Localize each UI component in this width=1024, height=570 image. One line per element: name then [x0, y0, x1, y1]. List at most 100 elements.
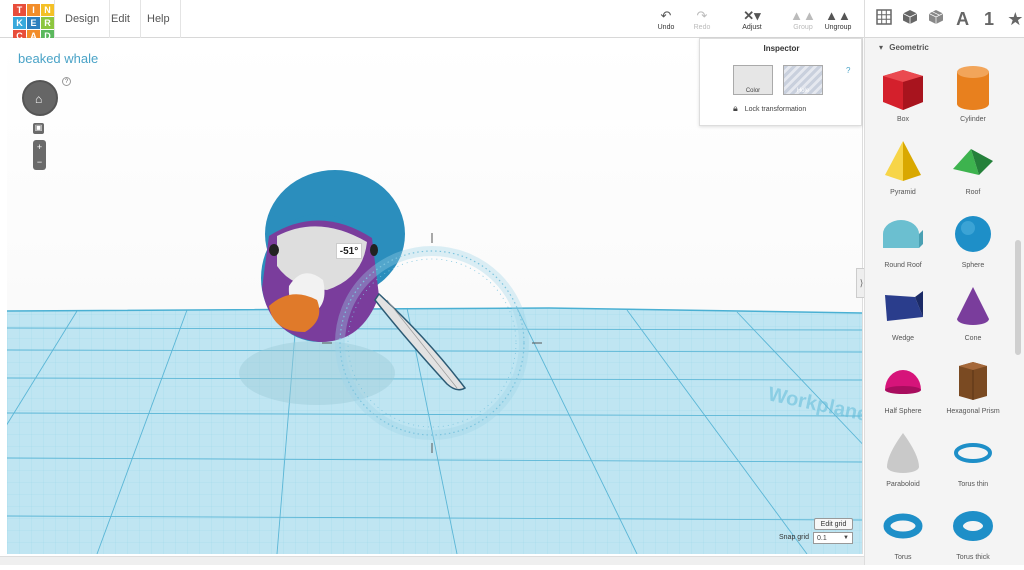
top-bar: T I N K E R C A D Design Edit Help ↶ Und… — [0, 0, 1024, 42]
tinkercad-logo[interactable]: T I N K E R C A D — [13, 4, 54, 42]
shape-label: Paraboloid — [886, 481, 920, 488]
ungroup-button[interactable]: ▲▲ Ungroup — [818, 8, 858, 36]
text-a-icon[interactable]: A — [954, 9, 971, 30]
shape-label: Cylinder — [960, 116, 986, 123]
shape-label: Pyramid — [890, 189, 916, 196]
logo-letter: E — [27, 17, 40, 29]
group-button[interactable]: ▲▲ Group — [783, 8, 823, 36]
shape-pyramid[interactable]: Pyramid — [868, 135, 938, 205]
lock-icon: 🔒︎ — [733, 103, 738, 113]
home-icon[interactable]: ⌂ — [35, 92, 42, 106]
torus-thin-icon — [954, 443, 992, 463]
shape-paraboloid[interactable]: Paraboloid — [868, 427, 938, 497]
shape-label: Round Roof — [884, 262, 922, 269]
cube-icon[interactable] — [901, 9, 918, 30]
shape-label: Wedge — [891, 335, 915, 342]
logo-letter: K — [13, 17, 26, 29]
shape-cone[interactable]: Cone — [938, 281, 1008, 351]
tinkercad-app: T I N K E R C A D Design Edit Help ↶ Und… — [0, 0, 1024, 565]
shape-label: Torus thick — [956, 554, 990, 561]
shape-hexagonal-prism[interactable]: Hexagonal Prism — [938, 354, 1008, 424]
zoom-out-icon[interactable]: − — [33, 155, 46, 170]
redo-button[interactable]: ↷ Redo — [682, 8, 722, 36]
chevron-down-icon: ▾ — [879, 43, 884, 52]
view-cube-button[interactable]: ▣ — [33, 123, 44, 134]
cube-icon: ▣ — [34, 123, 43, 132]
round-roof-icon — [883, 220, 923, 248]
shape-label: Torus — [894, 554, 912, 561]
edit-grid-button[interactable]: Edit grid — [814, 518, 853, 530]
shape-cylinder[interactable]: Cylinder — [938, 62, 1008, 132]
view-help-icon[interactable]: ? — [62, 77, 71, 86]
inspector-help-icon[interactable]: ? — [846, 66, 850, 75]
cube-outline-icon[interactable] — [928, 9, 945, 30]
shape-torus-thick[interactable]: Torus thick — [938, 500, 1008, 570]
half-sphere-icon — [885, 370, 921, 394]
design-title[interactable]: beaked whale — [18, 51, 98, 66]
color-swatch[interactable]: Color — [733, 65, 773, 95]
lock-label: Lock transformation — [744, 106, 807, 113]
group-label: Group — [793, 24, 813, 31]
box-icon — [883, 70, 923, 110]
sphere-icon — [955, 216, 991, 252]
bottom-scrollbar[interactable] — [0, 556, 864, 565]
undo-label: Undo — [657, 24, 675, 31]
view-icons: A 1 ★ — [864, 0, 1024, 38]
shape-label: Cone — [964, 335, 982, 342]
menu-edit[interactable]: Edit — [101, 0, 141, 38]
cylinder-icon — [957, 66, 989, 110]
shape-label: Sphere — [961, 262, 985, 269]
rotation-angle-label: -51° — [336, 243, 362, 259]
color-label: Color — [745, 88, 761, 94]
hole-label: Hole — [796, 88, 810, 94]
logo-letter: T — [13, 4, 26, 16]
wedge-icon — [885, 291, 923, 321]
view-orbit-control[interactable]: ⌂ — [22, 80, 58, 116]
shape-roof[interactable]: Roof — [938, 135, 1008, 205]
logo-letter: N — [41, 4, 54, 16]
section-label: Geometric — [889, 43, 929, 52]
ungroup-icon: ▲▲ — [825, 8, 851, 23]
torus-thick-icon — [953, 511, 993, 541]
snap-grid-value: 0.1 — [817, 535, 827, 542]
menu-help[interactable]: Help — [137, 0, 181, 38]
hole-swatch[interactable]: Hole — [783, 65, 823, 95]
undo-icon: ↶ — [660, 8, 672, 23]
grid-icon[interactable] — [875, 8, 892, 30]
shape-label: Torus thin — [957, 481, 989, 488]
shape-box[interactable]: Box — [868, 62, 938, 132]
shape-label: Box — [896, 116, 910, 123]
hexagonal-prism-icon — [959, 362, 987, 400]
snap-grid-select[interactable]: 0.1 ▼ — [813, 532, 853, 544]
panel-scrollbar[interactable] — [1015, 240, 1021, 355]
inspector-panel: Inspector Color Hole ? 🔒︎ Lock transform… — [699, 38, 862, 126]
shape-torus[interactable]: Torus — [868, 500, 938, 570]
shape-torus-thin[interactable]: Torus thin — [938, 427, 1008, 497]
adjust-label: Adjust — [742, 24, 762, 31]
number-one-icon[interactable]: 1 — [980, 9, 997, 30]
zoom-in-icon[interactable]: + — [33, 140, 46, 155]
zoom-control[interactable]: + − — [33, 140, 46, 170]
snap-grid-label: Snap grid — [779, 534, 809, 541]
roof-icon — [953, 149, 993, 175]
shape-wedge[interactable]: Wedge — [868, 281, 938, 351]
cone-icon — [957, 287, 989, 325]
shape-label: Hexagonal Prism — [946, 408, 1000, 415]
logo-letter: I — [27, 4, 40, 16]
logo-letter: R — [41, 17, 54, 29]
star-icon[interactable]: ★ — [1007, 9, 1024, 30]
shape-label: Roof — [965, 189, 981, 196]
shape-half-sphere[interactable]: Half Sphere — [868, 354, 938, 424]
lock-transformation-toggle[interactable]: 🔒︎ Lock transformation — [733, 103, 806, 114]
paraboloid-icon — [887, 433, 919, 473]
shape-sphere[interactable]: Sphere — [938, 208, 1008, 278]
shape-round-roof[interactable]: Round Roof — [868, 208, 938, 278]
undo-button[interactable]: ↶ Undo — [646, 8, 686, 36]
adjust-button[interactable]: ✕▾ Adjust — [732, 8, 772, 36]
panel-section-header[interactable]: ▾ Geometric — [879, 43, 929, 52]
group-icon: ▲▲ — [790, 8, 816, 23]
inspector-title: Inspector — [763, 44, 800, 53]
redo-icon: ↷ — [696, 8, 708, 23]
pyramid-icon — [885, 141, 921, 181]
adjust-icon: ✕▾ — [743, 8, 761, 23]
